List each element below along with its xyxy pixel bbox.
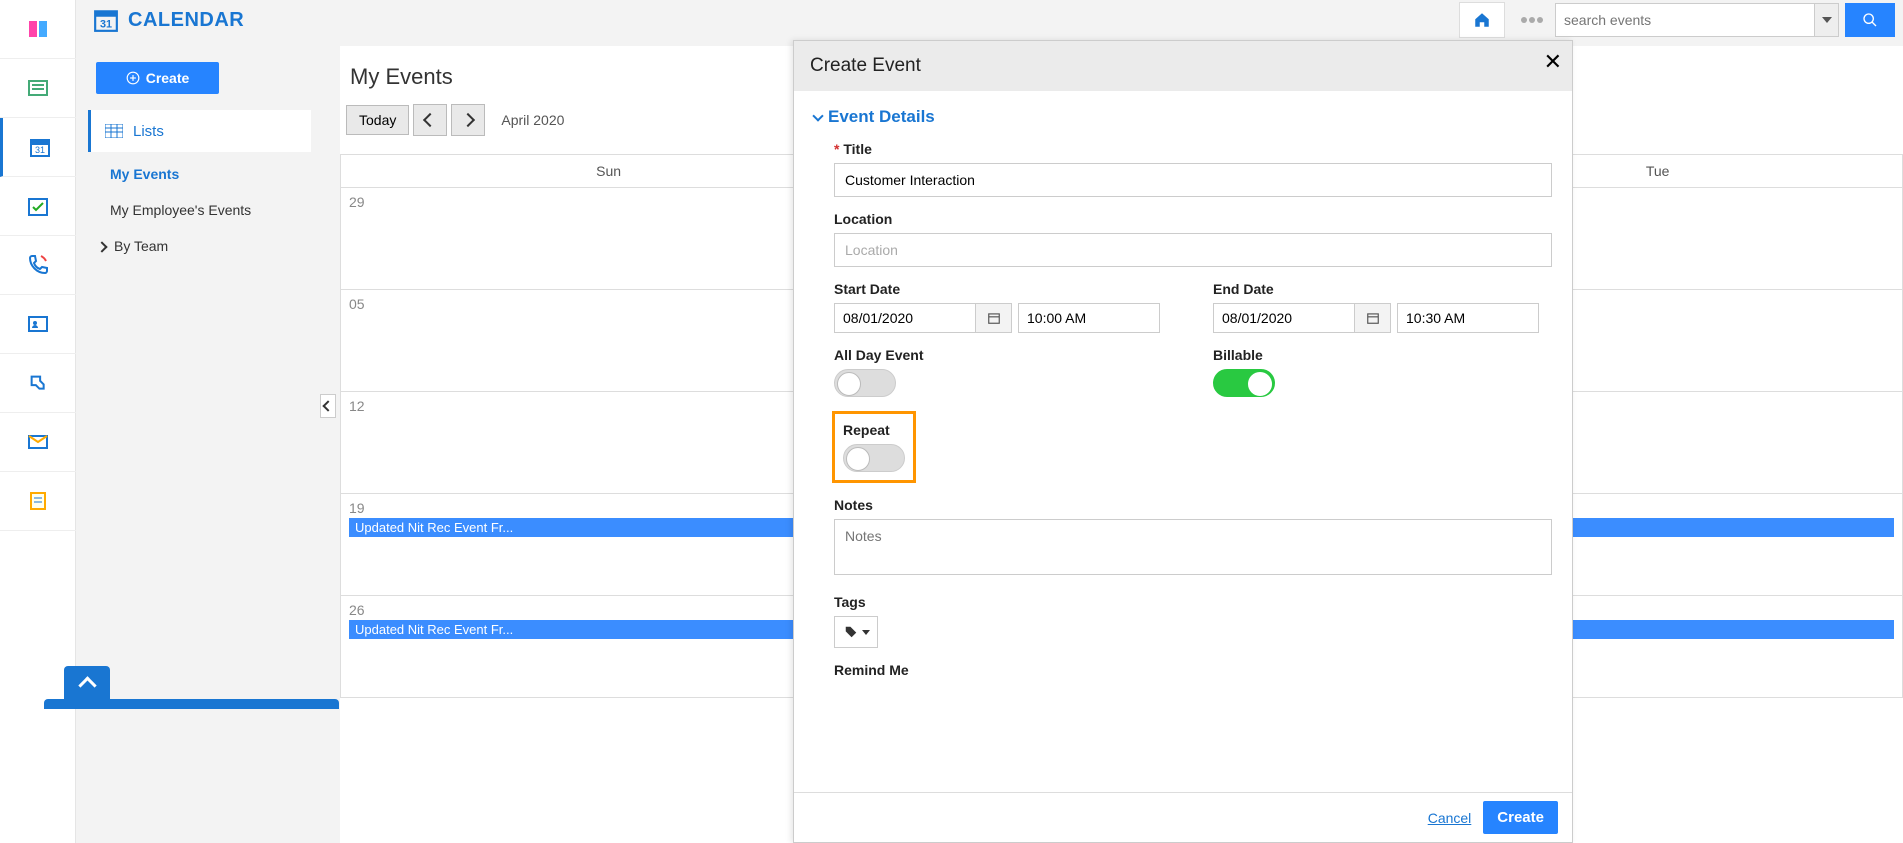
create-event-modal: Create Event ✕ Event Details Title Locat… [793,40,1573,843]
plus-icon [126,71,140,85]
all-day-label: All Day Event [834,347,1173,363]
icon-rail: 31 [0,0,76,843]
title-label: Title [834,141,1552,157]
rail-item-calendar[interactable]: 31 [0,118,76,177]
sidebar-item-employee-events[interactable]: My Employee's Events [80,192,323,228]
tasks-icon [26,194,50,218]
rail-item-news[interactable] [0,59,76,118]
notes-label: Notes [834,497,1552,513]
sidebar-item-my-events[interactable]: My Events [80,156,323,192]
phone-icon [26,253,50,277]
month-label: April 2020 [501,112,564,128]
section-toggle-event-details[interactable]: Event Details [814,107,1552,127]
home-button[interactable] [1459,2,1505,38]
end-date-input[interactable] [1213,303,1355,333]
close-button[interactable]: ✕ [1544,49,1562,75]
lists-tab[interactable]: Lists [88,110,311,152]
rail-item-tasks[interactable] [0,177,76,236]
sidebar-item-label: By Team [114,238,168,254]
billable-label: Billable [1213,347,1552,363]
search-icon [1862,12,1878,28]
calendar-icon [987,311,1001,325]
book-icon [26,17,50,41]
cancel-button[interactable]: Cancel [1428,810,1472,826]
billable-toggle[interactable] [1213,369,1275,397]
tag-icon [843,625,859,639]
grid-icon [105,124,123,138]
next-month-button[interactable] [451,104,485,136]
calendar-icon: 31 [28,135,52,159]
repeat-label: Repeat [843,422,905,438]
calendar-icon [1366,311,1380,325]
page-header: 31 CALENDAR [76,0,1903,40]
modal-title: Create Event [810,55,921,77]
contacts-icon [26,312,50,336]
svg-text:31: 31 [100,19,112,31]
start-time-input[interactable] [1018,303,1160,333]
event-chip[interactable]: Updated Nit Rec Event Fr... [349,620,868,639]
all-day-toggle[interactable] [834,369,896,397]
rail-item-phone[interactable] [0,236,76,295]
bottom-accent-bar [44,699,339,709]
news-icon [26,76,50,100]
header-calendar-icon: 31 [92,6,120,34]
mail-icon [26,430,50,454]
start-date-input[interactable] [834,303,976,333]
dots-icon [1520,16,1544,24]
create-label: Create [146,70,190,86]
repeat-highlight: Repeat [832,411,916,483]
rail-item-contacts[interactable] [0,295,76,354]
chevron-down-icon [862,630,870,635]
tags-label: Tags [834,594,1552,610]
section-label: Event Details [828,107,935,127]
notes-input[interactable] [834,519,1552,575]
rail-item-notes[interactable] [0,472,76,531]
repeat-toggle[interactable] [843,444,905,472]
side-panel: Create Lists My Events My Employee's Eve… [80,46,323,264]
event-chip[interactable]: Updated Nit Rec Event Fr... [349,518,868,537]
location-input[interactable] [834,233,1552,267]
title-input[interactable] [834,163,1552,197]
start-date-picker-button[interactable] [976,303,1012,333]
search-button[interactable] [1845,3,1895,37]
chevron-down-icon [1822,17,1832,23]
today-button[interactable]: Today [346,105,409,135]
home-icon [1473,11,1491,29]
svg-text:31: 31 [34,145,44,155]
more-button[interactable] [1509,2,1555,38]
search-input[interactable] [1555,3,1815,37]
search-dropdown[interactable] [1815,3,1839,37]
modal-body: Event Details Title Location Start Date … [794,91,1572,792]
header-right [1459,0,1903,40]
end-date-label: End Date [1213,281,1552,297]
rail-item-book[interactable] [0,0,76,59]
tags-button[interactable] [834,616,878,648]
end-time-input[interactable] [1397,303,1539,333]
expand-toggle[interactable] [64,666,110,700]
notes-icon [26,489,50,513]
modal-footer: Cancel Create [794,792,1572,842]
pin-icon [26,371,50,395]
end-date-picker-button[interactable] [1355,303,1391,333]
create-button[interactable]: Create [96,62,219,94]
start-date-label: Start Date [834,281,1173,297]
page-title: CALENDAR [128,9,244,32]
sidebar-item-by-team[interactable]: By Team [80,228,323,264]
lists-label: Lists [133,123,164,140]
rail-item-mail[interactable] [0,413,76,472]
prev-month-button[interactable] [413,104,447,136]
modal-header: Create Event ✕ [794,41,1572,91]
create-submit-button[interactable]: Create [1483,801,1558,834]
collapse-handle[interactable] [320,394,336,418]
remind-label: Remind Me [834,662,1552,678]
location-label: Location [834,211,1552,227]
rail-item-pin[interactable] [0,354,76,413]
